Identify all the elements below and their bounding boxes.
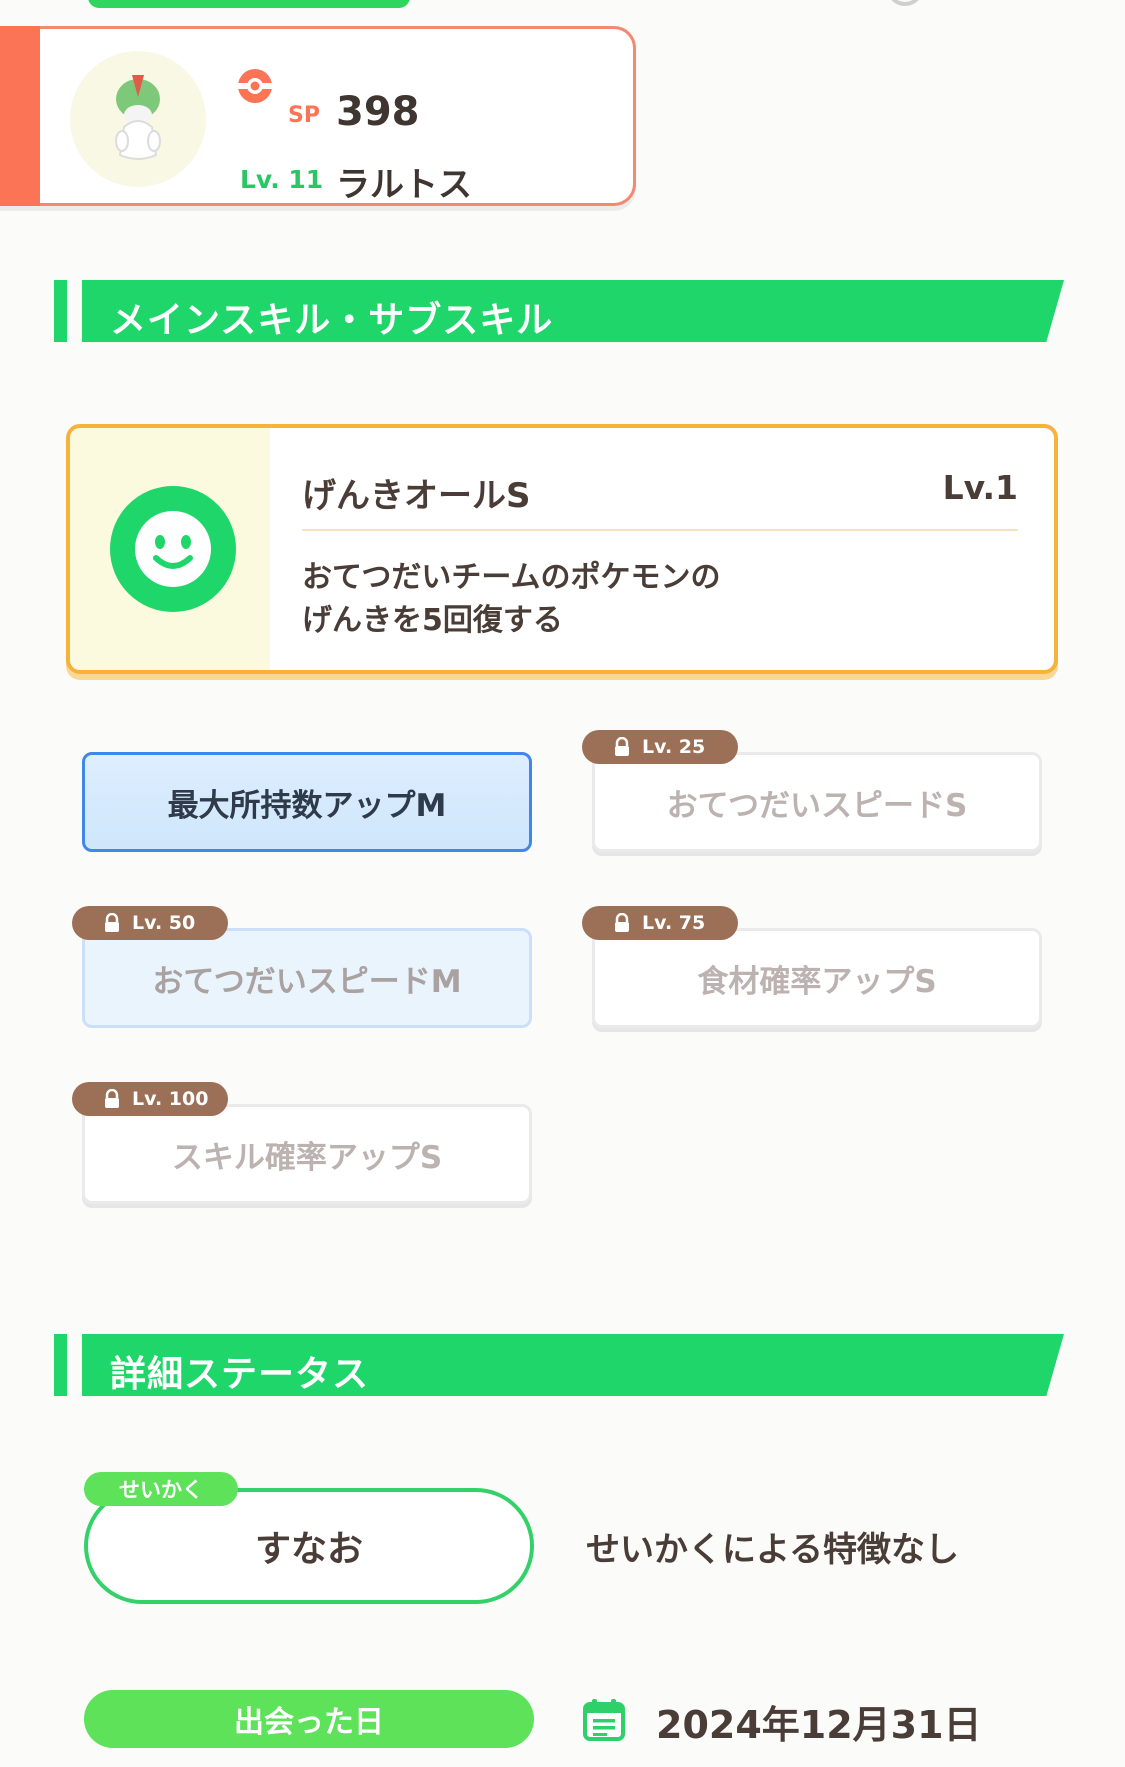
- unlock-level-label: Lv. 100: [132, 1088, 209, 1110]
- unlock-level-badge: Lv. 100: [72, 1082, 228, 1116]
- section-title: メインスキル・サブスキル: [110, 300, 554, 341]
- main-skill-divider: [302, 529, 1018, 531]
- main-skill-card[interactable]: げんきオールS Lv.1 おてつだいチームのポケモンの げんきを5回復する: [66, 424, 1058, 674]
- main-skill-name: げんきオールS: [302, 476, 531, 516]
- unlock-level-badge: Lv. 75: [582, 906, 738, 940]
- met-date-value: 2024年12月31日: [656, 1703, 982, 1747]
- sub-skill-label: 最大所持数アップM: [167, 787, 447, 824]
- sub-skill-3[interactable]: おてつだいスピードM: [82, 928, 532, 1028]
- main-skill-level: Lv.1: [942, 468, 1018, 507]
- unlock-level-label: Lv. 25: [642, 736, 706, 758]
- met-date-label: 出会った日: [84, 1690, 534, 1748]
- sub-skill-5[interactable]: スキル確率アップS: [82, 1104, 532, 1204]
- description-line: おてつだいチームのポケモンの: [302, 560, 721, 595]
- nature-value: すなお: [254, 1529, 363, 1570]
- lock-icon: [615, 737, 629, 756]
- nature-effect: せいかくによる特徴なし: [586, 1530, 959, 1570]
- header-bar: [54, 280, 67, 342]
- sp-value: 398: [336, 89, 420, 135]
- sleep-point-ball-icon: [238, 69, 272, 103]
- lock-icon: [105, 913, 119, 932]
- sub-skill-label: スキル確率アップS: [171, 1139, 443, 1176]
- details-section-header: 詳細ステータス: [54, 1334, 1064, 1396]
- pokemon-summary-card[interactable]: SP 398 Lv. 11 ラルトス: [0, 26, 636, 206]
- card-accent-stripe: [0, 26, 40, 206]
- lock-icon: [615, 913, 629, 932]
- sub-skill-label: おてつだいスピードM: [152, 963, 462, 1000]
- unlock-level-label: Lv. 50: [132, 912, 196, 934]
- unlock-level-badge: Lv. 50: [72, 906, 228, 940]
- main-skill-icon-area: [70, 428, 270, 670]
- header-bar: [54, 1334, 67, 1396]
- sub-skill-label: 食材確率アップS: [697, 963, 937, 1000]
- main-skill-description: おてつだいチームのポケモンの げんきを5回復する: [302, 556, 1002, 642]
- pokemon-level: Lv. 11: [240, 165, 324, 194]
- sub-skill-label: おてつだいスピードS: [666, 787, 968, 824]
- top-circle-control[interactable]: [888, 0, 922, 6]
- top-tab-indicator: [88, 0, 410, 8]
- nature-tag: せいかく: [84, 1472, 238, 1506]
- smiley-face-icon: [110, 486, 236, 612]
- pokemon-name: ラルトス: [336, 165, 472, 205]
- sub-skill-1[interactable]: 最大所持数アップM: [82, 752, 532, 852]
- section-title: 詳細ステータス: [110, 1354, 370, 1395]
- unlock-level-badge: Lv. 25: [582, 730, 738, 764]
- pokemon-avatar: [70, 51, 206, 187]
- skills-section-header: メインスキル・サブスキル: [54, 280, 1064, 342]
- sub-skill-2[interactable]: おてつだいスピードS: [592, 752, 1042, 852]
- lock-icon: [105, 1089, 119, 1108]
- calendar-icon: [583, 1699, 625, 1741]
- ralts-icon: [115, 75, 161, 160]
- sp-label: SP: [288, 103, 320, 128]
- description-line: げんきを5回復する: [302, 603, 563, 638]
- unlock-level-label: Lv. 75: [642, 912, 706, 934]
- sub-skill-4[interactable]: 食材確率アップS: [592, 928, 1042, 1028]
